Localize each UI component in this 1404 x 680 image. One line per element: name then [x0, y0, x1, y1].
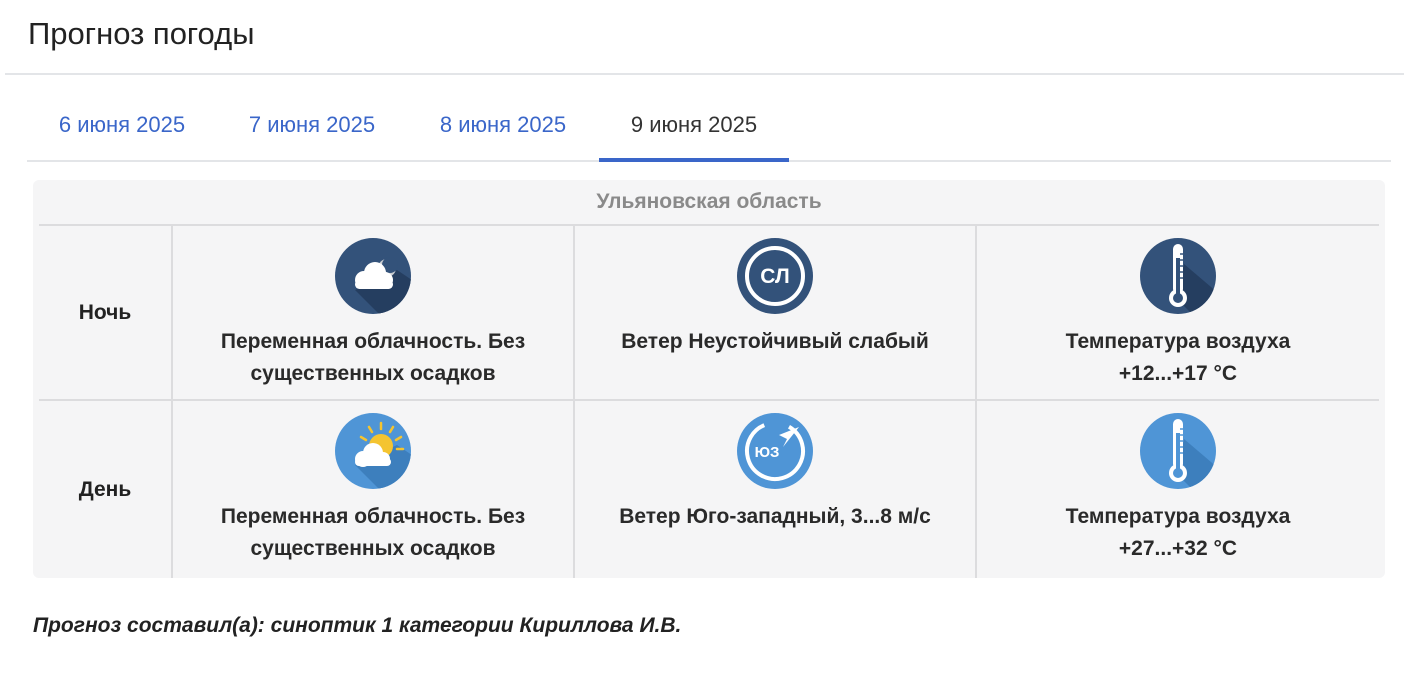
tab-date-3[interactable]: 8 июня 2025: [407, 100, 599, 160]
partly-cloudy-night-icon: [335, 238, 411, 314]
partly-cloudy-day-icon: [335, 413, 411, 489]
temperature-cell: Температура воздуха +27...+32 °С: [977, 401, 1379, 578]
tab-date-1[interactable]: 6 июня 2025: [27, 100, 217, 160]
temperature-cell: Температура воздуха +12...+17 °С: [977, 226, 1379, 399]
sky-description-line1: Переменная облачность. Без: [220, 505, 526, 528]
svg-text:СЛ: СЛ: [760, 265, 789, 288]
region-title: Ульяновская область: [596, 190, 822, 213]
temperature-range: +12...+17 °С: [1118, 362, 1238, 385]
title-divider: [5, 73, 1404, 75]
wind-southwest-icon: ЮЗ: [737, 413, 813, 489]
sky-description-line1: Переменная облачность. Без: [220, 330, 526, 353]
page-title: Прогноз погоды: [28, 16, 255, 51]
sky-description-line2: существенных осадков: [250, 362, 496, 385]
wind-cell: СЛ Ветер Неустойчивый слабый: [575, 226, 977, 399]
temperature-range: +27...+32 °С: [1118, 537, 1238, 560]
forecast-table: Ночь Переменная облачность. Без существе…: [39, 224, 1379, 578]
wind-description: Ветер Юго-западный, 3...8 м/с: [619, 505, 931, 528]
forecast-author: Прогноз составил(а): синоптик 1 категори…: [33, 614, 682, 637]
sky-cell: Переменная облачность. Без существенных …: [173, 226, 575, 399]
sky-description-line2: существенных осадков: [250, 537, 496, 560]
tab-date-2[interactable]: 7 июня 2025: [217, 100, 407, 160]
date-tabs: 6 июня 2025 7 июня 2025 8 июня 2025 9 ию…: [27, 100, 1391, 162]
forecast-panel: Ульяновская область Ночь Переменная обла…: [33, 180, 1385, 578]
thermometer-night-icon: [1140, 238, 1216, 314]
wind-description: Ветер Неустойчивый слабый: [621, 330, 929, 353]
period-label: Ночь: [39, 226, 173, 399]
temperature-label: Температура воздуха: [1065, 505, 1291, 528]
svg-text:ЮЗ: ЮЗ: [755, 444, 780, 461]
wind-variable-icon: СЛ: [737, 238, 813, 314]
period-label: День: [39, 401, 173, 578]
sky-cell: Переменная облачность. Без существенных …: [173, 401, 575, 578]
temperature-label: Температура воздуха: [1065, 330, 1291, 353]
thermometer-day-icon: [1140, 413, 1216, 489]
tab-date-4-active[interactable]: 9 июня 2025: [599, 100, 789, 162]
table-row-day: День Переменная облачность. Без существе…: [39, 401, 1379, 578]
table-row-night: Ночь Переменная облачность. Без существе…: [39, 224, 1379, 401]
wind-cell: ЮЗ Ветер Юго-западный, 3...8 м/с: [575, 401, 977, 578]
